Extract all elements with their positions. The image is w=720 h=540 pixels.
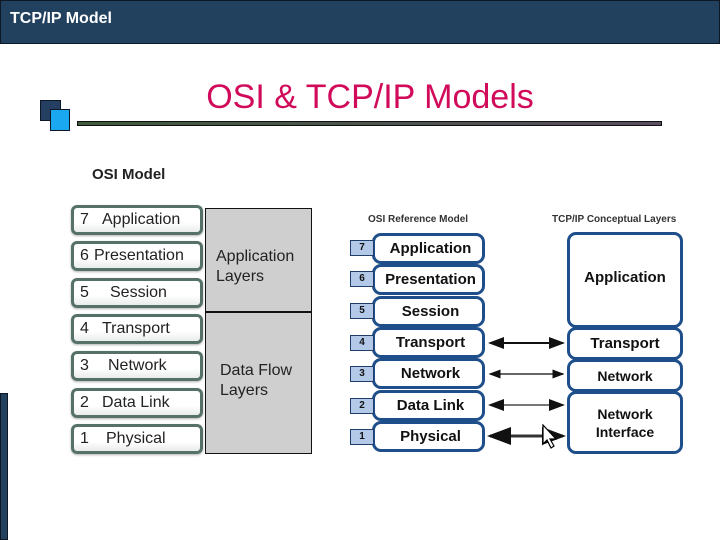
- layer-name: Presentation: [94, 247, 184, 264]
- slide-header: TCP/IP Model: [0, 0, 720, 44]
- layer-number: 5: [80, 284, 89, 301]
- tcpip-layer-application: Application: [567, 232, 683, 328]
- left-accent-bar: [0, 393, 8, 540]
- tcpip-layer-network-interface: Network Interface: [567, 391, 683, 454]
- ref-number-badge: 1: [350, 429, 374, 445]
- layer-name: Physical: [106, 430, 166, 447]
- layer-name: Session: [110, 284, 167, 301]
- decorative-square-light-icon: [50, 109, 70, 131]
- layer-number: 1: [80, 430, 89, 447]
- osi-layer-presentation: 6 Presentation: [71, 241, 203, 271]
- osi-layer-transport: 4 Transport: [71, 314, 203, 344]
- tcpip-layer-transport: Transport: [567, 327, 683, 360]
- layer-number: 2: [80, 394, 89, 411]
- osi-layer-application: 7 Application: [71, 205, 203, 235]
- ref-layer-network: Network: [372, 358, 485, 389]
- ref-layer-session: Session: [372, 296, 485, 327]
- ref-layer-physical: Physical: [372, 421, 485, 452]
- application-layers-group: Application Layers: [205, 208, 312, 312]
- osi-model-heading: OSI Model: [92, 166, 166, 183]
- ref-layer-transport: Transport: [372, 327, 485, 358]
- layer-number: 3: [80, 357, 89, 374]
- layer-name: Network: [108, 357, 167, 374]
- title-underline: [77, 121, 662, 126]
- ref-number-badge: 3: [350, 366, 374, 382]
- osi-layer-physical: 1 Physical: [71, 424, 203, 454]
- layer-name: Transport: [102, 320, 170, 337]
- tcpip-heading: TCP/IP Conceptual Layers: [552, 214, 677, 225]
- ref-number-badge: 6: [350, 271, 374, 287]
- ref-number-badge: 2: [350, 398, 374, 414]
- osi-layer-session: 5 Session: [71, 278, 203, 308]
- ref-number-badge: 7: [350, 240, 374, 256]
- layer-name: Application: [102, 211, 181, 228]
- ref-layer-presentation: Presentation: [372, 264, 485, 295]
- osi-layer-network: 3 Network: [71, 351, 203, 381]
- osi-layer-data-link: 2 Data Link: [71, 388, 203, 418]
- mouse-pointer-icon: [542, 424, 558, 449]
- osi-reference-heading: OSI Reference Model: [368, 214, 469, 225]
- layer-number: 6: [80, 247, 89, 264]
- header-title: TCP/IP Model: [10, 10, 112, 27]
- tcpip-layer-network: Network: [567, 359, 683, 392]
- layer-name: Data Link: [102, 394, 170, 411]
- group-label: Application Layers: [216, 248, 295, 285]
- data-flow-layers-group: Data Flow Layers: [205, 312, 312, 454]
- group-label: Data Flow Layers: [220, 362, 293, 399]
- ref-number-badge: 4: [350, 335, 374, 351]
- layer-number: 4: [80, 320, 89, 337]
- slide-title: OSI & TCP/IP Models: [206, 78, 534, 116]
- ref-number-badge: 5: [350, 303, 374, 319]
- ref-layer-application: Application: [372, 233, 485, 264]
- layer-number: 7: [80, 211, 89, 228]
- ref-layer-data-link: Data Link: [372, 390, 485, 421]
